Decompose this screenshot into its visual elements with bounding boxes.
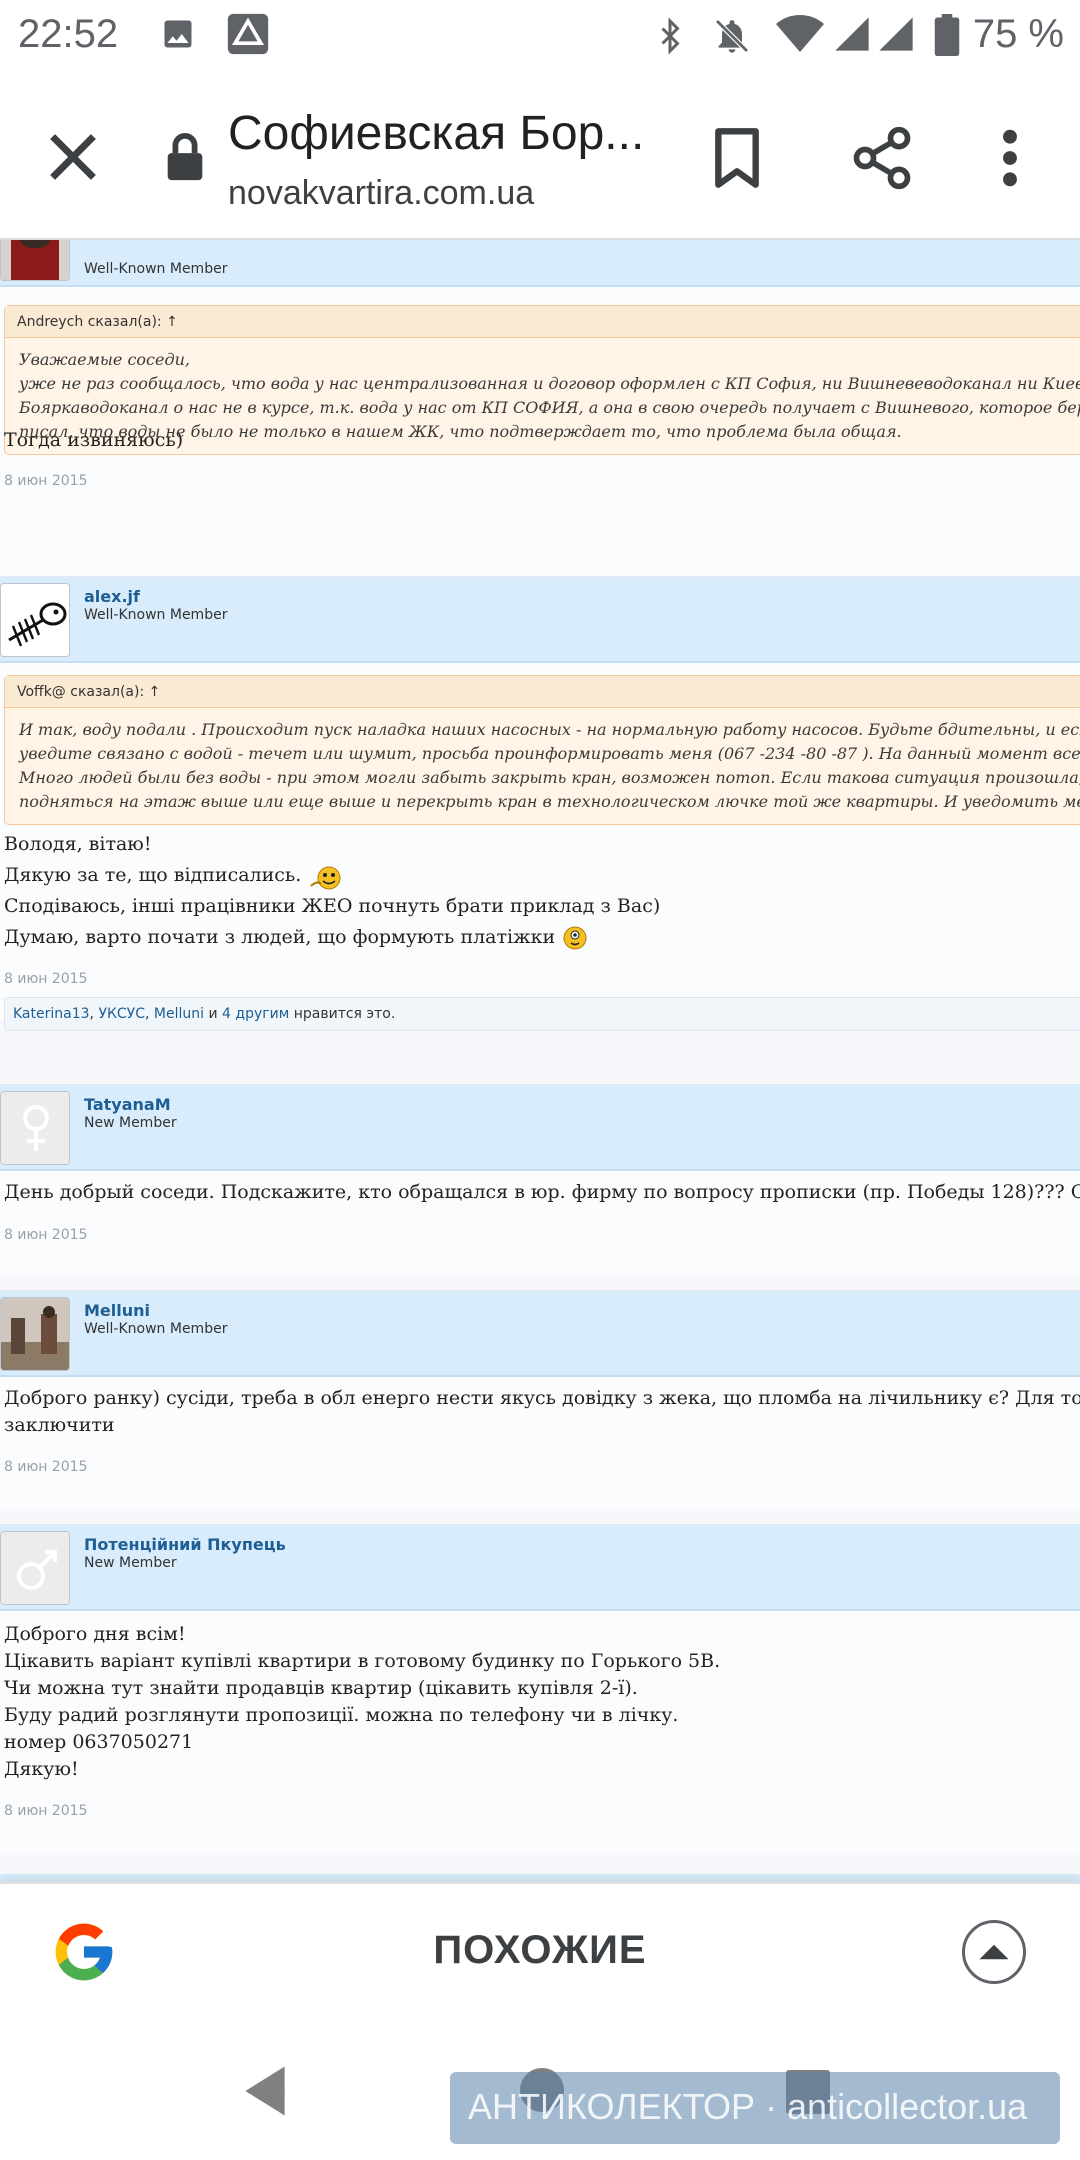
username[interactable]: TatyanaM	[84, 1095, 171, 1114]
user-title: New Member	[84, 1555, 177, 1571]
user-title: Well-Known Member	[84, 261, 228, 277]
battery-percent: 75 %	[972, 12, 1064, 56]
close-icon[interactable]	[38, 122, 108, 192]
quote-line: Уважаемые соседи,	[19, 350, 191, 369]
post-text: Тогда извиняюсь)	[4, 427, 183, 454]
post-header: Melluni Well-Known Member	[0, 1291, 1080, 1377]
quote-line: подняться на этаж выше или еще выше и пе…	[19, 792, 1080, 811]
female-avatar-icon	[1, 1092, 69, 1164]
like-user-link[interactable]: Katerina13	[13, 1006, 90, 1022]
likes-summary: Katerina13, УКСУС, Melluni и 4 другим нр…	[4, 997, 1080, 1031]
avatar[interactable]	[0, 240, 70, 281]
username[interactable]: alex.jf	[84, 587, 140, 606]
quote-block: Voffk@ сказал(а): ↑ И так, воду подали .…	[4, 675, 1080, 825]
post-line: Тогда извиняюсь)	[4, 429, 184, 451]
post-text: Володя, вітаю! Дякую за те, що відписали…	[4, 829, 660, 953]
lock-icon	[167, 132, 203, 181]
post-header: Потенційний Пкупець New Member	[0, 1525, 1080, 1611]
post-header: TatyanaM New Member	[0, 1085, 1080, 1171]
post-line: Дякую за те, що відписались.	[4, 860, 660, 891]
share-icon[interactable]	[848, 124, 916, 192]
quote-line: Много людей были без воды - при этом мог…	[19, 768, 1080, 787]
quote-line: И так, воду подали . Происходит пуск нал…	[19, 720, 1080, 739]
notifications-off-icon	[715, 19, 749, 53]
similar-pages-bar[interactable]: ПОХОЖИЕ	[0, 1882, 1080, 2020]
avatar[interactable]	[0, 1091, 70, 1165]
post-date[interactable]: 8 июн 2015	[4, 1459, 87, 1475]
forum-post: Melluni Well-Known Member Доброго ранку)…	[0, 1290, 1080, 1510]
like-user-link[interactable]: УКСУС	[98, 1006, 145, 1022]
post-date[interactable]: 8 июн 2015	[4, 1803, 87, 1819]
post-line: Володя, вітаю!	[4, 833, 152, 855]
avatar[interactable]	[0, 583, 70, 657]
post-text: Доброго дня всім! Цікавить варіант купів…	[4, 1621, 720, 1783]
avatar[interactable]	[0, 1297, 70, 1371]
post-line: Сподіваюсь, інші працівники ЖЕО почнуть …	[4, 895, 661, 917]
quote-header[interactable]: Voffk@ сказал(а): ↑	[5, 676, 1080, 708]
avatar[interactable]	[0, 1531, 70, 1605]
post-line: Доброго ранку) сусіди, треба в обл енерг…	[4, 1387, 1080, 1409]
watermark: АНТИКОЛЕКТОР · anticollector.ua	[450, 2072, 1060, 2144]
post-date[interactable]: 8 июн 2015	[4, 971, 87, 987]
user-title: New Member	[84, 1115, 177, 1131]
user-title: Well-Known Member	[84, 607, 228, 623]
like-user-link[interactable]: Melluni	[154, 1006, 204, 1022]
browser-toolbar: Софиевская Бор... novakvartira.com.ua	[0, 74, 1080, 240]
post-line: Чи можна тут знайти продавців квартир (ц…	[4, 1677, 638, 1699]
similar-label[interactable]: ПОХОЖИЕ	[0, 1928, 1080, 1973]
username[interactable]: Потенційний Пкупець	[84, 1535, 286, 1554]
image-icon	[164, 20, 192, 48]
male-avatar-icon	[1, 1532, 69, 1604]
page-url[interactable]: novakvartira.com.ua	[228, 174, 534, 213]
post-text: День добрый соседи. Подскажите, кто обра…	[4, 1179, 1080, 1206]
post-line: День добрый соседи. Подскажите, кто обра…	[4, 1181, 1080, 1203]
wifi-icon	[776, 15, 824, 52]
post-line: номер 0637050271	[4, 1731, 194, 1753]
quote-line: Бояркаводоканал о нас не в курсе, т.к. в…	[19, 398, 1080, 417]
post-line: Цікавить варіант купівлі квартири в гото…	[4, 1650, 721, 1672]
quote-body: И так, воду подали . Происходит пуск нал…	[5, 708, 1080, 824]
drive-icon	[227, 13, 269, 55]
post-line: Думаю, варто почати з людей, що формують…	[4, 922, 660, 953]
bookmark-icon[interactable]	[710, 126, 764, 190]
smiley-icon	[563, 926, 587, 950]
post-header: Well-Known Member	[0, 240, 1080, 287]
fish-skeleton-icon	[1, 584, 69, 656]
post-date[interactable]: 8 июн 2015	[4, 1227, 87, 1243]
post-line: Дякую!	[4, 1758, 79, 1780]
post-line: Доброго дня всім!	[4, 1623, 186, 1645]
smiley-icon	[310, 866, 341, 890]
post-date[interactable]: 8 июн 2015	[4, 473, 87, 489]
status-time: 22:52	[18, 12, 119, 56]
post-text: Доброго ранку) сусіди, треба в обл енерг…	[4, 1385, 1080, 1439]
signal-icon	[835, 17, 869, 51]
quote-line: уже не раз сообщалось, что вода у нас це…	[19, 374, 1080, 393]
forum-post: alex.jf Well-Known Member Voffk@ сказал(…	[0, 576, 1080, 1031]
bluetooth-icon	[661, 17, 680, 55]
user-title: Well-Known Member	[84, 1321, 228, 1337]
chevron-up-icon	[979, 1944, 1009, 1960]
expand-up-button[interactable]	[962, 1920, 1026, 1984]
post-header: alex.jf Well-Known Member	[0, 577, 1080, 663]
forum-content[interactable]: Well-Known Member Andreych сказал(а): ↑ …	[0, 240, 1080, 1882]
username[interactable]: Melluni	[84, 1301, 150, 1320]
quote-line: уведите связано с водой - течет или шуми…	[19, 744, 1080, 763]
post-line: Буду радий розглянути пропозиції. можна …	[4, 1704, 679, 1726]
status-bar: 22:52 75 %	[0, 0, 1080, 74]
like-others-link[interactable]: 4 другим	[222, 1006, 289, 1022]
quote-header[interactable]: Andreych сказал(а): ↑	[5, 306, 1080, 338]
signal-icon	[879, 17, 913, 51]
forum-post: Потенційний Пкупець New Member Доброго д…	[0, 1524, 1080, 1854]
post-header	[0, 1874, 1080, 1882]
post-line: заключити	[4, 1414, 115, 1436]
battery-icon	[934, 14, 960, 56]
forum-post: TatyanaM New Member День добрый соседи. …	[0, 1084, 1080, 1274]
more-options-icon[interactable]	[990, 126, 1030, 190]
page-title[interactable]: Софиевская Бор...	[228, 106, 644, 161]
back-icon[interactable]	[240, 2064, 290, 2118]
